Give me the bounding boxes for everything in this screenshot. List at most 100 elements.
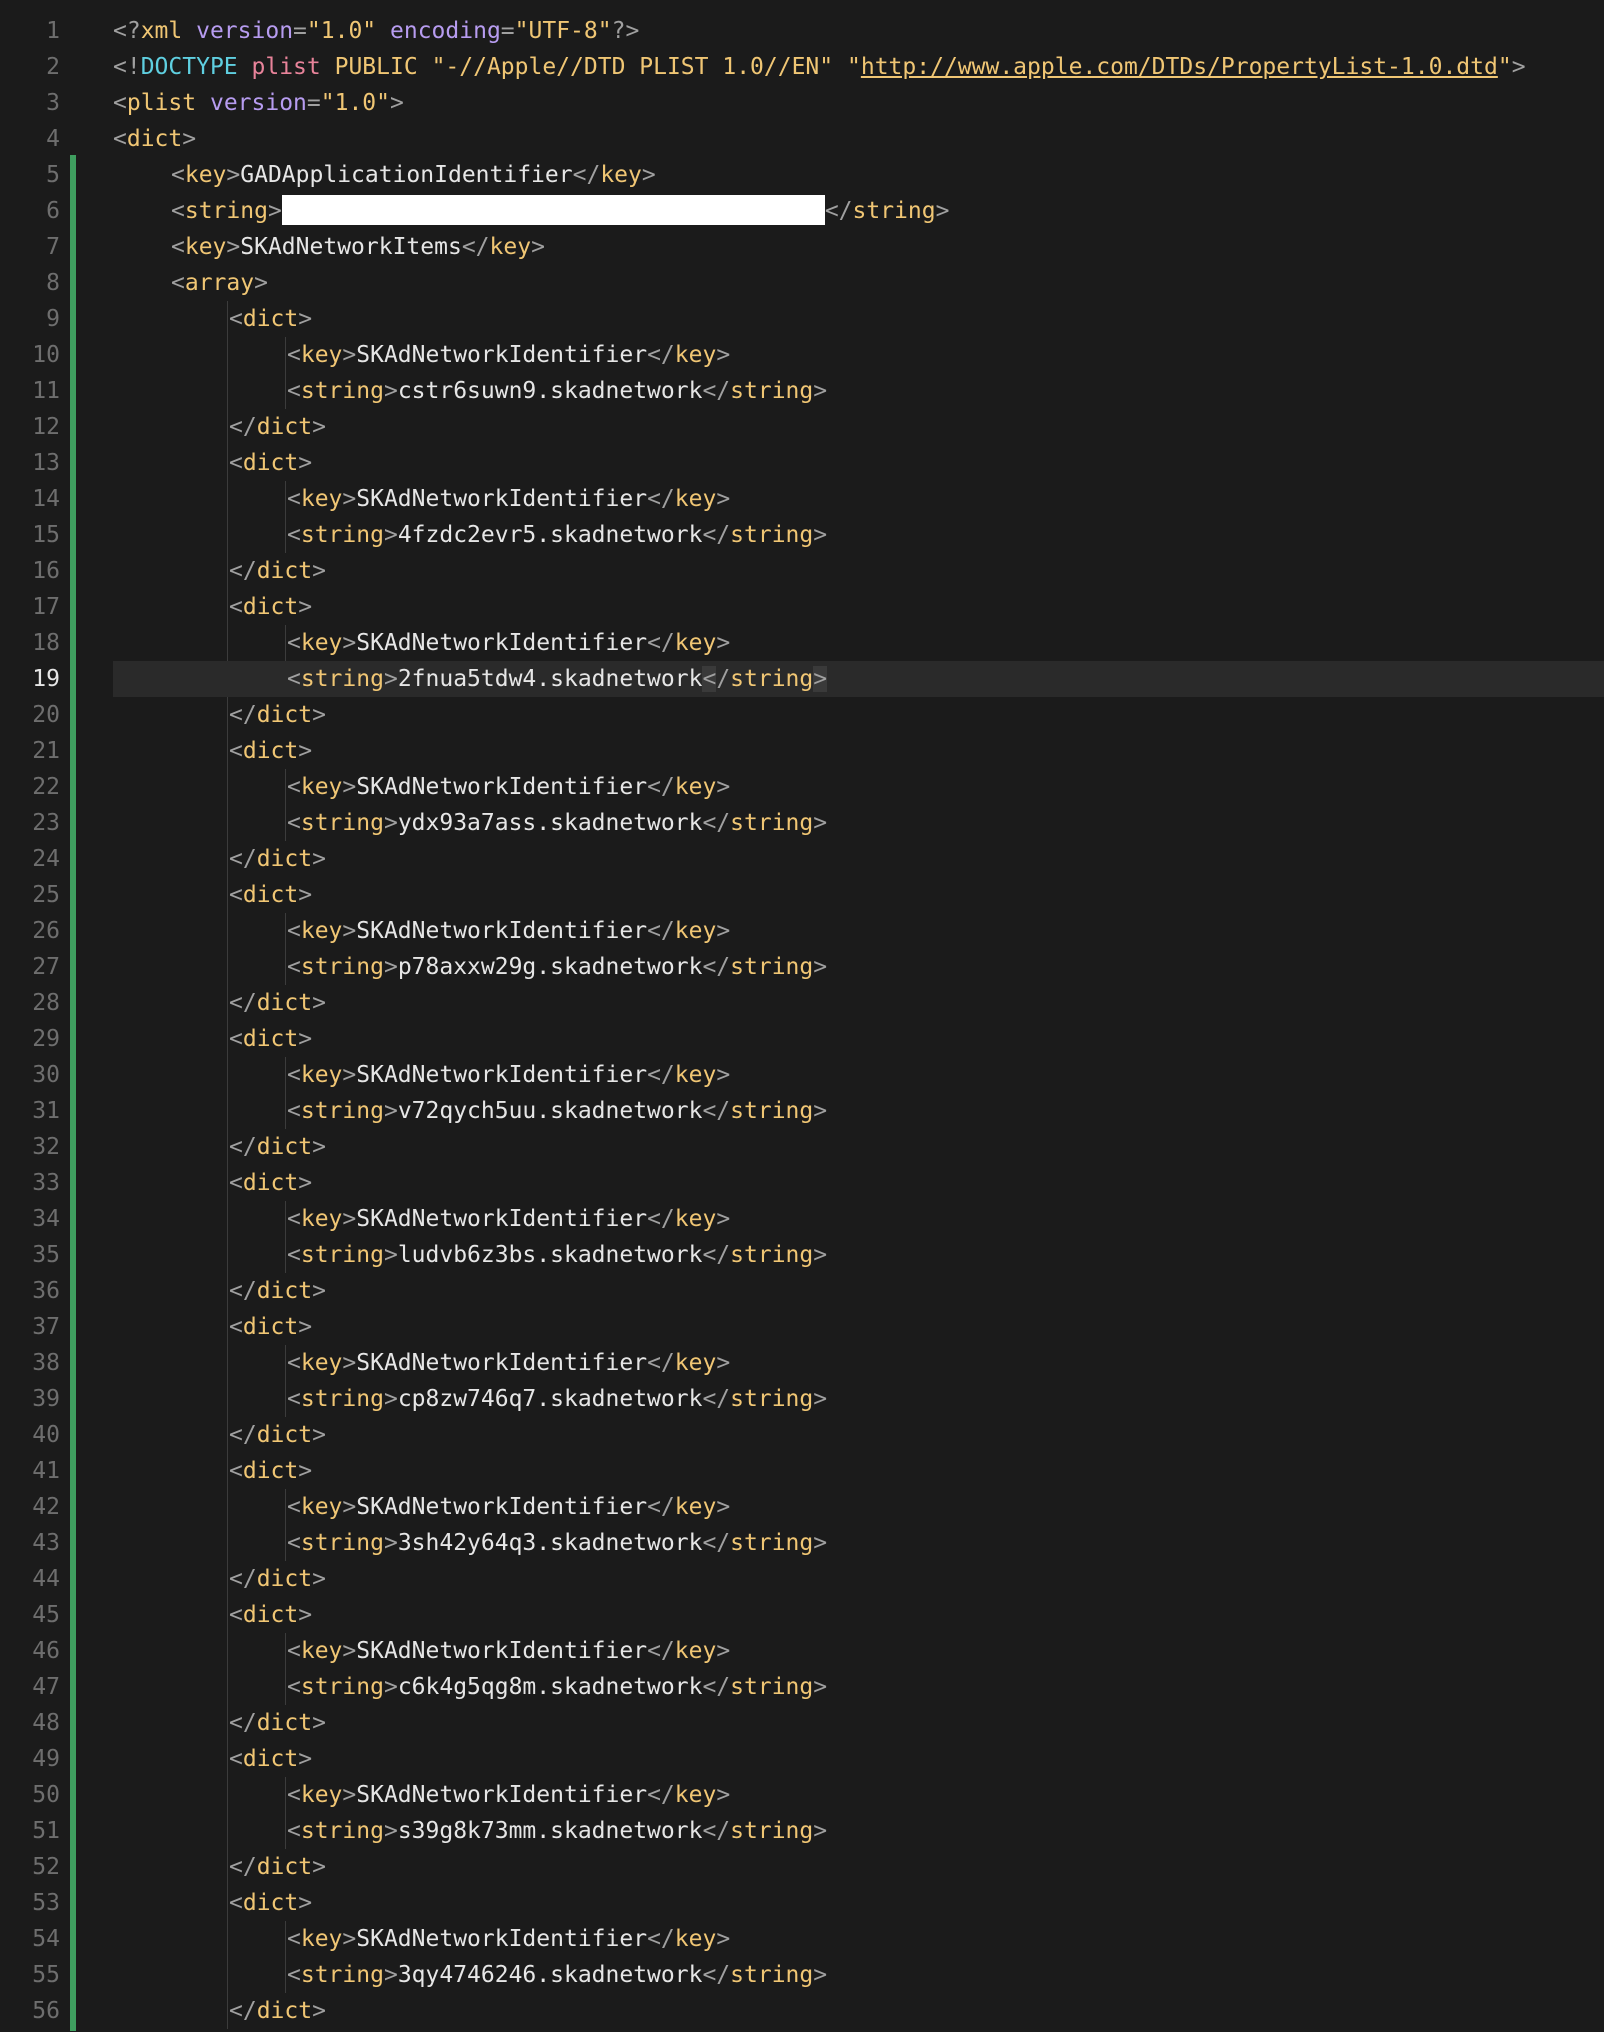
code-line[interactable]: 48 </dict> (0, 1705, 1604, 1741)
line-number[interactable]: 10 (0, 337, 60, 373)
code-line[interactable]: 39 <string>cp8zw746q7.skadnetwork</string… (0, 1381, 1604, 1417)
code-line[interactable]: 3 <plist version="1.0"> (0, 85, 1604, 121)
code-line[interactable]: 11 <string>cstr6suwn9.skadnetwork</string… (0, 373, 1604, 409)
code-text[interactable]: <string>4fzdc2evr5.skadnetwork</string> (287, 517, 827, 553)
line-number[interactable]: 19 (0, 661, 60, 697)
code-line[interactable]: 50 <key>SKAdNetworkIdentifier</key> (0, 1777, 1604, 1813)
code-line[interactable]: 16 </dict> (0, 553, 1604, 589)
code-line[interactable]: 2 <!DOCTYPE plist PUBLIC "-//Apple//DTD P… (0, 49, 1604, 85)
code-text[interactable]: <dict> (229, 877, 312, 913)
line-number[interactable]: 14 (0, 481, 60, 517)
code-line[interactable]: 9 <dict> (0, 301, 1604, 337)
line-number[interactable]: 28 (0, 985, 60, 1021)
line-number[interactable]: 52 (0, 1849, 60, 1885)
line-number[interactable]: 1 (0, 13, 60, 49)
line-number[interactable]: 6 (0, 193, 60, 229)
code-text[interactable]: <array> (171, 265, 268, 301)
code-text[interactable]: <key>SKAdNetworkIdentifier</key> (287, 1633, 730, 1669)
code-text[interactable]: </dict> (229, 553, 326, 589)
code-text[interactable]: <dict> (229, 1165, 312, 1201)
code-line[interactable]: 35 <string>ludvb6z3bs.skadnetwork</string… (0, 1237, 1604, 1273)
code-line[interactable]: 30 <key>SKAdNetworkIdentifier</key> (0, 1057, 1604, 1093)
line-number[interactable]: 3 (0, 85, 60, 121)
line-number[interactable]: 18 (0, 625, 60, 661)
code-text[interactable]: <string>ydx93a7ass.skadnetwork</string> (287, 805, 827, 841)
code-line[interactable]: 43 <string>3sh42y64q3.skadnetwork</string… (0, 1525, 1604, 1561)
line-number[interactable]: 44 (0, 1561, 60, 1597)
line-number[interactable]: 41 (0, 1453, 60, 1489)
code-text[interactable]: </dict> (229, 1849, 326, 1885)
line-number[interactable]: 35 (0, 1237, 60, 1273)
code-text[interactable]: <string>cp8zw746q7.skadnetwork</string> (287, 1381, 827, 1417)
code-text[interactable]: <key>SKAdNetworkIdentifier</key> (287, 1777, 730, 1813)
code-line[interactable]: 31 <string>v72qych5uu.skadnetwork</string… (0, 1093, 1604, 1129)
line-number[interactable]: 45 (0, 1597, 60, 1633)
code-text[interactable]: <string>2fnua5tdw4.skadnetwork</string> (287, 661, 828, 697)
code-line[interactable]: 21 <dict> (0, 733, 1604, 769)
line-number[interactable]: 24 (0, 841, 60, 877)
line-number[interactable]: 48 (0, 1705, 60, 1741)
code-text[interactable]: <dict> (229, 1885, 312, 1921)
line-number[interactable]: 2 (0, 49, 60, 85)
line-number[interactable]: 17 (0, 589, 60, 625)
line-number[interactable]: 16 (0, 553, 60, 589)
code-line[interactable]: 20 </dict> (0, 697, 1604, 733)
line-number[interactable]: 47 (0, 1669, 60, 1705)
line-number[interactable]: 15 (0, 517, 60, 553)
code-text[interactable]: <string>3sh42y64q3.skadnetwork</string> (287, 1525, 827, 1561)
code-line[interactable]: 19 <string>2fnua5tdw4.skadnetwork</string… (0, 661, 1604, 697)
code-line[interactable]: 34 <key>SKAdNetworkIdentifier</key> (0, 1201, 1604, 1237)
code-text[interactable]: <key>SKAdNetworkIdentifier</key> (287, 1057, 730, 1093)
code-line[interactable]: 5 <key>GADApplicationIdentifier</key> (0, 157, 1604, 193)
line-number[interactable]: 7 (0, 229, 60, 265)
code-text[interactable]: <dict> (229, 301, 312, 337)
code-text[interactable]: </dict> (229, 1705, 326, 1741)
code-line[interactable]: 52 </dict> (0, 1849, 1604, 1885)
code-text[interactable]: </dict> (229, 985, 326, 1021)
code-text[interactable]: <string>c6k4g5qg8m.skadnetwork</string> (287, 1669, 827, 1705)
code-text[interactable]: <dict> (229, 1741, 312, 1777)
line-number[interactable]: 46 (0, 1633, 60, 1669)
line-number[interactable]: 27 (0, 949, 60, 985)
line-number[interactable]: 51 (0, 1813, 60, 1849)
code-line[interactable]: 7 <key>SKAdNetworkItems</key> (0, 229, 1604, 265)
code-line[interactable]: 42 <key>SKAdNetworkIdentifier</key> (0, 1489, 1604, 1525)
code-line[interactable]: 49 <dict> (0, 1741, 1604, 1777)
code-line[interactable]: 10 <key>SKAdNetworkIdentifier</key> (0, 337, 1604, 373)
line-number[interactable]: 23 (0, 805, 60, 841)
code-text[interactable]: </dict> (229, 1561, 326, 1597)
code-text[interactable]: <key>SKAdNetworkIdentifier</key> (287, 1201, 730, 1237)
line-number[interactable]: 29 (0, 1021, 60, 1057)
line-number[interactable]: 40 (0, 1417, 60, 1453)
line-number[interactable]: 49 (0, 1741, 60, 1777)
line-number[interactable]: 55 (0, 1957, 60, 1993)
code-line[interactable]: 18 <key>SKAdNetworkIdentifier</key> (0, 625, 1604, 661)
code-line[interactable]: 28 </dict> (0, 985, 1604, 1021)
code-line[interactable]: 32 </dict> (0, 1129, 1604, 1165)
code-line[interactable]: 14 <key>SKAdNetworkIdentifier</key> (0, 481, 1604, 517)
code-line[interactable]: 37 <dict> (0, 1309, 1604, 1345)
code-text[interactable]: <key>SKAdNetworkIdentifier</key> (287, 1345, 730, 1381)
code-text[interactable]: <dict> (229, 1453, 312, 1489)
code-line[interactable]: 47 <string>c6k4g5qg8m.skadnetwork</string… (0, 1669, 1604, 1705)
code-line[interactable]: 1 <?xml version="1.0" encoding="UTF-8"?> (0, 13, 1604, 49)
line-number[interactable]: 31 (0, 1093, 60, 1129)
line-number[interactable]: 25 (0, 877, 60, 913)
code-line[interactable]: 41 <dict> (0, 1453, 1604, 1489)
line-number[interactable]: 38 (0, 1345, 60, 1381)
line-number[interactable]: 22 (0, 769, 60, 805)
code-text[interactable]: <key>SKAdNetworkIdentifier</key> (287, 913, 730, 949)
code-line[interactable]: 29 <dict> (0, 1021, 1604, 1057)
code-text[interactable]: </dict> (229, 1129, 326, 1165)
code-text[interactable]: <key>SKAdNetworkIdentifier</key> (287, 1489, 730, 1525)
code-text[interactable]: <string>v72qych5uu.skadnetwork</string> (287, 1093, 827, 1129)
code-line[interactable]: 25 <dict> (0, 877, 1604, 913)
code-line[interactable]: 45 <dict> (0, 1597, 1604, 1633)
code-text[interactable]: <key>SKAdNetworkIdentifier</key> (287, 1921, 730, 1957)
line-number[interactable]: 11 (0, 373, 60, 409)
code-text[interactable]: <string>s39g8k73mm.skadnetwork</string> (287, 1813, 827, 1849)
code-text[interactable]: <string>p78axxw29g.skadnetwork</string> (287, 949, 827, 985)
code-text[interactable]: <plist version="1.0"> (113, 85, 404, 121)
line-number[interactable]: 26 (0, 913, 60, 949)
line-number[interactable]: 9 (0, 301, 60, 337)
